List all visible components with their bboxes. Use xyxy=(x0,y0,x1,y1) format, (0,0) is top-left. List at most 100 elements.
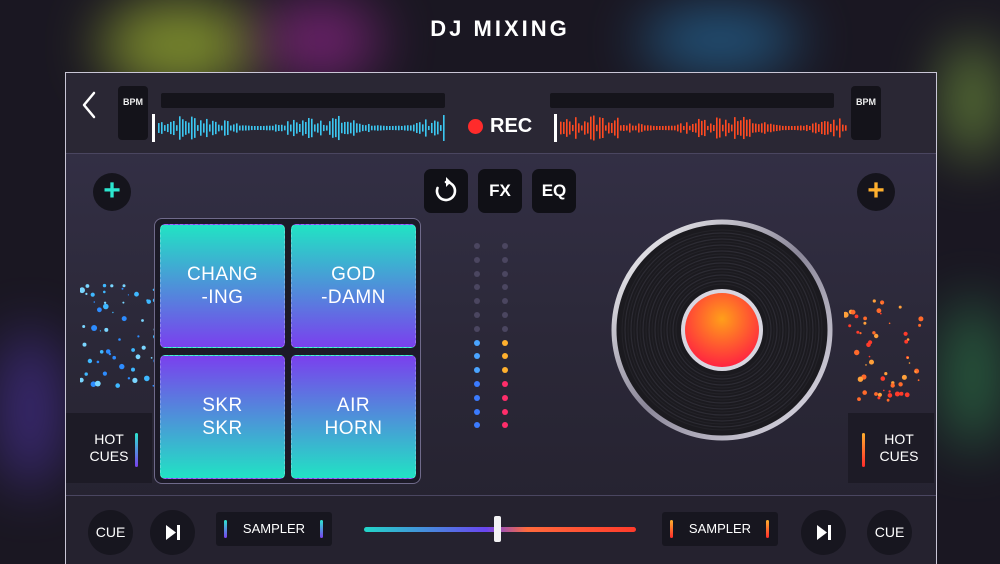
waveform-right[interactable] xyxy=(554,112,850,144)
waveform-bar xyxy=(629,123,631,133)
meter-dot xyxy=(502,394,508,401)
waveform-bar xyxy=(836,125,838,131)
waveform-bar xyxy=(641,124,643,132)
reset-button[interactable] xyxy=(424,169,468,213)
bpm-label-right: BPM xyxy=(856,97,876,107)
waveform-bar xyxy=(275,124,277,132)
splatter-dot xyxy=(898,382,903,387)
waveform-bar xyxy=(617,117,619,139)
splatter-dot xyxy=(917,379,920,382)
waveform-bar xyxy=(740,120,742,136)
pad-4[interactable]: AIR HORN xyxy=(291,355,416,479)
waveform-bar xyxy=(770,123,772,133)
waveform-bar xyxy=(815,122,817,134)
splatter-dot xyxy=(857,397,861,401)
waveform-bar xyxy=(839,118,841,138)
record-button[interactable]: REC xyxy=(468,115,532,138)
waveform-bar xyxy=(593,115,595,141)
record-label: REC xyxy=(490,115,533,137)
waveform-bar xyxy=(566,119,568,137)
sampler-button-right[interactable]: SAMPLER xyxy=(662,512,778,546)
play-pause-button-left[interactable] xyxy=(150,510,195,555)
hot-cues-button-right[interactable]: HOT CUES xyxy=(848,413,934,483)
eq-button[interactable]: EQ xyxy=(532,169,576,213)
splatter-dot xyxy=(103,303,109,310)
turntable-jog-wheel[interactable] xyxy=(611,219,833,441)
splatter-dot xyxy=(96,360,100,364)
fx-button[interactable]: FX xyxy=(478,169,522,213)
pad-1[interactable]: CHANG -ING xyxy=(160,224,285,348)
waveform-bar xyxy=(266,125,268,131)
playhead-marker[interactable] xyxy=(554,114,557,142)
cue-button-right[interactable]: CUE xyxy=(867,510,912,555)
splatter-dot xyxy=(105,349,111,354)
add-track-button-left[interactable]: + xyxy=(93,173,131,211)
splatter-dot xyxy=(144,375,150,382)
play-pause-button-right[interactable] xyxy=(801,510,846,555)
meter-dot xyxy=(502,243,508,249)
pad-2[interactable]: GOD -DAMN xyxy=(291,224,416,348)
waveform-bar xyxy=(296,122,298,134)
waveform-bar xyxy=(779,125,781,131)
waveform-bar xyxy=(728,123,730,133)
add-track-button-right[interactable]: + xyxy=(857,173,895,211)
meter-dot xyxy=(474,256,480,263)
pad-label: SKR xyxy=(202,418,243,439)
waveform-bar xyxy=(752,123,754,133)
sampler-indicator xyxy=(766,520,769,538)
waveform-bar xyxy=(389,125,391,131)
sampler-label: SAMPLER xyxy=(242,521,306,536)
meter-dot xyxy=(502,339,508,346)
crossfader-knob[interactable] xyxy=(493,516,501,542)
playhead-marker[interactable] xyxy=(152,114,155,142)
waveform-bar xyxy=(230,125,232,131)
waveform-bar xyxy=(755,123,757,133)
waveform-left[interactable] xyxy=(152,112,448,144)
waveform-bar xyxy=(191,116,193,140)
splatter-dot xyxy=(877,392,882,397)
sampler-indicator xyxy=(224,520,227,538)
splatter-dot xyxy=(888,322,891,325)
waveform-bar xyxy=(704,119,706,137)
splatter-dot xyxy=(91,325,98,331)
waveform-bar xyxy=(290,124,292,132)
play-pause-icon xyxy=(166,525,180,540)
splatter-dot xyxy=(857,376,864,382)
waveform-bar xyxy=(764,122,766,134)
waveform-bar xyxy=(662,125,664,131)
waveform-bar xyxy=(221,125,223,131)
sampler-label: SAMPLER xyxy=(688,521,752,536)
splatter-dot xyxy=(141,319,144,322)
waveform-bar xyxy=(833,119,835,137)
waveform-bar xyxy=(614,120,616,136)
splatter-dot xyxy=(87,358,93,364)
waveform-bar xyxy=(578,123,580,133)
waveform-bar xyxy=(185,121,187,135)
waveform-bar xyxy=(305,122,307,134)
meter-dot xyxy=(502,312,508,318)
waveform-bar xyxy=(326,125,328,131)
waveform-bar xyxy=(824,121,826,135)
pad-label: CHANG xyxy=(186,264,259,285)
splatter-dot xyxy=(865,364,867,366)
splatter-dot xyxy=(914,370,917,373)
splatter-dot xyxy=(127,377,131,380)
back-button[interactable] xyxy=(76,87,102,123)
splatter-dot xyxy=(866,342,871,348)
waveform-bar xyxy=(362,124,364,132)
waveform-bar xyxy=(674,125,676,131)
splatter-dot xyxy=(904,339,909,344)
splatter-dot xyxy=(869,359,874,365)
waveform-bar xyxy=(767,124,769,132)
waveform-bar xyxy=(368,123,370,133)
cue-button-left[interactable]: CUE xyxy=(88,510,133,555)
splatter-dot xyxy=(121,316,127,322)
waveform-bar xyxy=(677,124,679,132)
sampler-button-left[interactable]: SAMPLER xyxy=(216,512,332,546)
hot-cues-button-left[interactable]: HOT CUES xyxy=(66,413,152,483)
waveform-bar xyxy=(809,125,811,131)
pad-3[interactable]: SKR SKR xyxy=(160,355,285,479)
bpm-display-right: BPM xyxy=(851,86,881,140)
meter-dot xyxy=(474,243,480,249)
waveform-bar xyxy=(668,125,670,131)
